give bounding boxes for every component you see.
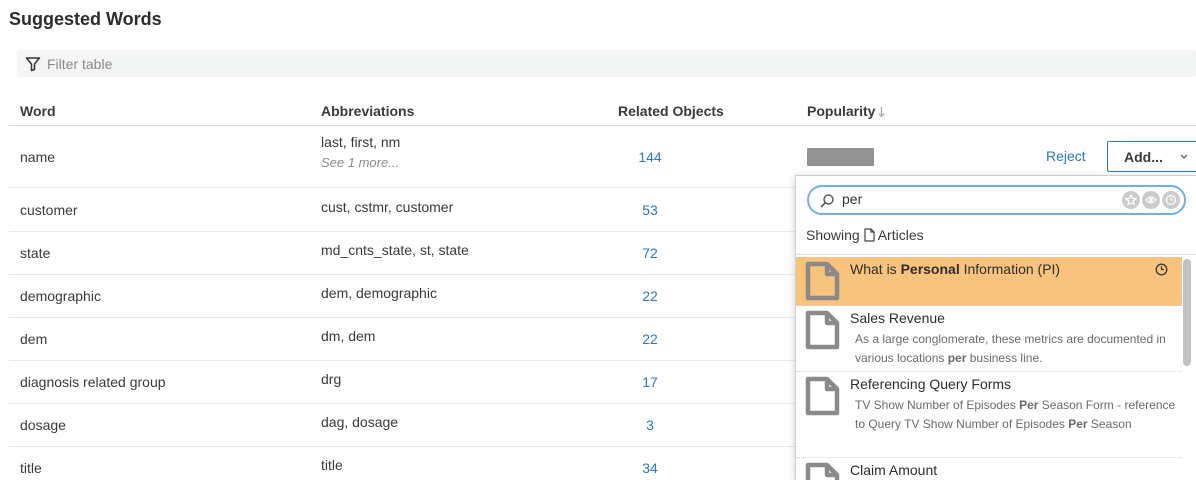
- sort-descending-icon: [878, 107, 885, 118]
- result-desc-post: business line.: [966, 351, 1043, 365]
- document-icon: [805, 462, 840, 480]
- related-objects-link[interactable]: 17: [609, 374, 691, 390]
- word-cell: state: [20, 245, 51, 261]
- showing-label: Showing Articles: [806, 227, 924, 243]
- see-more-link[interactable]: See 1 more...: [321, 155, 400, 170]
- column-header-abbreviations[interactable]: Abbreviations: [321, 103, 414, 119]
- document-icon: [864, 228, 875, 242]
- page-title: Suggested Words: [9, 9, 162, 29]
- star-filter-icon[interactable]: [1122, 191, 1140, 209]
- add-dropdown-panel: Showing Articles What is Personal Inform…: [795, 175, 1196, 480]
- word-cell: title: [20, 460, 42, 476]
- eye-filter-icon[interactable]: [1142, 191, 1160, 209]
- filter-input[interactable]: [47, 55, 647, 72]
- related-objects-link[interactable]: 34: [609, 460, 691, 476]
- result-item[interactable]: Sales Revenue As a large conglomerate, t…: [796, 306, 1182, 372]
- document-icon: [805, 310, 840, 350]
- word-cell: name: [20, 149, 56, 165]
- table-header: Word Abbreviations Related Objects Popul…: [9, 96, 1196, 126]
- column-header-popularity[interactable]: Popularity: [807, 103, 885, 119]
- reject-link[interactable]: Reject: [1046, 148, 1086, 164]
- abbreviations-cell: md_cnts_state, st, state: [321, 242, 469, 258]
- result-description: As a large conglomerate, these metrics a…: [855, 330, 1180, 368]
- result-item[interactable]: What is Personal Information (PI): [796, 257, 1182, 306]
- related-objects-link[interactable]: 22: [609, 288, 691, 304]
- column-header-word[interactable]: Word: [20, 103, 56, 119]
- results-list: What is Personal Information (PI) Sales …: [796, 257, 1182, 480]
- result-description: TV Show Number of Episodes Per Season Fo…: [855, 396, 1180, 434]
- result-desc-pre: TV Show Number of Episodes: [855, 398, 1020, 412]
- related-objects-link[interactable]: 3: [609, 417, 691, 433]
- abbreviations-text: last, first, nm: [321, 134, 401, 150]
- result-desc-post: Season: [1087, 417, 1132, 431]
- search-filter-icons: [1122, 191, 1180, 209]
- word-cell: demographic: [20, 288, 101, 304]
- result-title: Referencing Query Forms: [850, 376, 1012, 392]
- result-title-pre: What is: [850, 261, 901, 277]
- popularity-bar: [807, 148, 874, 166]
- result-title-match: Personal: [900, 261, 960, 277]
- document-icon: [805, 376, 840, 416]
- result-title: What is Personal Information (PI): [850, 261, 1060, 277]
- related-objects-link[interactable]: 22: [609, 331, 691, 347]
- related-objects-link[interactable]: 144: [609, 149, 691, 165]
- result-desc-match: per: [947, 351, 967, 365]
- result-item[interactable]: Claim Amount: [796, 458, 1182, 480]
- filter-icon: [25, 56, 41, 71]
- document-icon: [805, 261, 840, 301]
- results-scrollbar[interactable]: [1183, 259, 1191, 366]
- abbreviations-cell: last, first, nm See 1 more...: [321, 134, 400, 170]
- result-desc-match: Per: [1019, 398, 1039, 412]
- search-icon: [820, 194, 834, 208]
- abbreviations-cell: drg: [321, 371, 342, 387]
- result-title-post: Information (PI): [959, 261, 1061, 277]
- result-desc-match-2: Per: [1068, 417, 1088, 431]
- filter-bar[interactable]: [17, 50, 1196, 77]
- word-cell: dosage: [20, 417, 66, 433]
- clock-filter-icon[interactable]: [1162, 191, 1180, 209]
- chevron-down-icon: [1180, 154, 1188, 159]
- clock-icon: [1155, 263, 1168, 276]
- related-objects-link[interactable]: 53: [609, 202, 691, 218]
- abbreviations-cell: dem, demographic: [321, 285, 437, 301]
- word-cell: diagnosis related group: [20, 374, 166, 390]
- showing-prefix: Showing: [806, 227, 860, 243]
- abbreviations-cell: dm, dem: [321, 328, 376, 344]
- result-title: Claim Amount: [850, 462, 938, 478]
- abbreviations-cell: title: [321, 457, 343, 473]
- dropdown-search-box[interactable]: [807, 185, 1186, 215]
- result-item[interactable]: Referencing Query Forms TV Show Number o…: [796, 372, 1182, 458]
- abbreviations-cell: cust, cstmr, customer: [321, 199, 454, 215]
- column-header-popularity-label: Popularity: [807, 103, 876, 119]
- related-objects-link[interactable]: 72: [609, 245, 691, 261]
- abbreviations-cell: dag, dosage: [321, 414, 399, 430]
- word-cell: customer: [20, 202, 78, 218]
- showing-type: Articles: [877, 227, 924, 243]
- add-button-label: Add...: [1124, 148, 1163, 165]
- results-divider: [796, 254, 1196, 255]
- word-cell: dem: [20, 331, 48, 347]
- add-dropdown-button[interactable]: Add...: [1107, 141, 1196, 172]
- dropdown-search-input[interactable]: [842, 191, 1072, 207]
- column-header-related-objects[interactable]: Related Objects: [618, 103, 724, 119]
- result-title: Sales Revenue: [850, 310, 945, 326]
